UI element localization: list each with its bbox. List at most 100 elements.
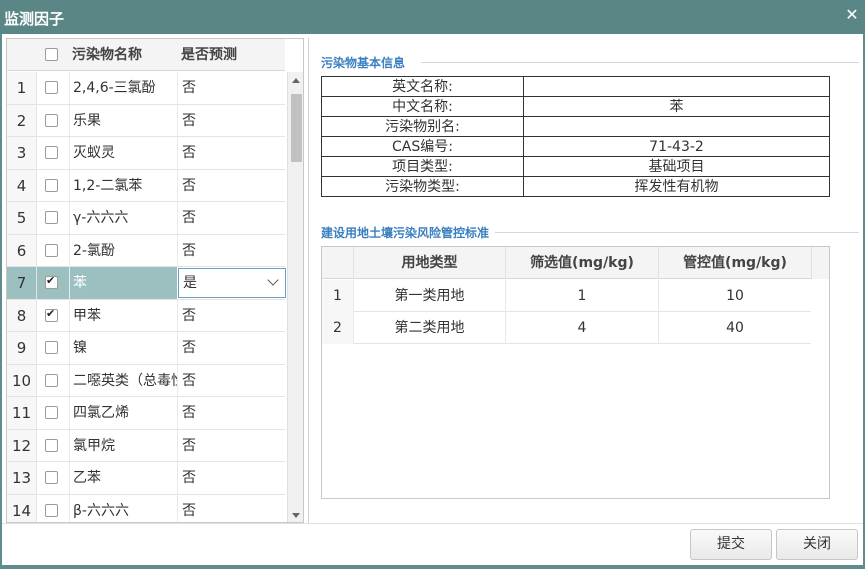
scroll-down-icon[interactable] [292, 513, 300, 518]
table-row[interactable]: 12 氯甲烷否 [7, 429, 285, 462]
info-label: 污染物类型: [321, 176, 524, 197]
row-checkbox[interactable] [45, 113, 58, 127]
predict-select[interactable]: 是 [178, 268, 286, 298]
table-row[interactable]: 2 第二类用地 4 40 [322, 312, 811, 344]
table-row[interactable]: 1 第一类用地 1 10 [322, 280, 811, 312]
row-checkbox[interactable] [45, 81, 58, 94]
row-checkbox[interactable] [45, 471, 58, 484]
predict-cell[interactable]: 否 [177, 234, 285, 266]
table-row[interactable]: 3 灭蚁灵否 [7, 137, 285, 170]
column-header-land-type[interactable]: 用地类型 [353, 247, 505, 279]
predict-cell[interactable]: 否 [177, 202, 285, 234]
pollutant-name-cell[interactable]: β-六六六 [69, 494, 177, 522]
row-number: 4 [7, 169, 37, 201]
scroll-thumb[interactable] [291, 94, 302, 162]
table-row[interactable]: 8 甲苯否 [7, 299, 285, 332]
row-checkbox[interactable] [45, 341, 58, 354]
pollutant-name-cell[interactable]: 灭蚁灵 [69, 137, 177, 169]
predict-cell[interactable]: 否 [177, 332, 285, 364]
select-all-checkbox[interactable] [45, 48, 58, 61]
table-row[interactable]: 1 2,4,6-三氯酚否 [7, 72, 285, 105]
std-header-scroll-filler [811, 247, 829, 279]
basic-info-table: 英文名称: 中文名称: 苯污染物别名: CAS编号: 71-43-2 项目类型: 基础项目污… [321, 76, 830, 197]
info-label: CAS编号: [321, 136, 524, 157]
pollutant-name-cell[interactable]: 苯 [69, 267, 177, 299]
predict-select-value: 是 [183, 275, 197, 291]
table-row[interactable]: 9镍否 [7, 332, 285, 365]
submit-button[interactable]: 提交 [690, 529, 772, 560]
close-button[interactable]: 关闭 [776, 529, 858, 560]
basic-info-section-title: 污染物基本信息 [321, 56, 406, 70]
standard-grid: 用地类型 筛选值(mg/kg) 管控值(mg/kg) 1 第一类用地 1 10 2 第二类… [321, 246, 830, 499]
info-value: 挥发性有机物 [523, 176, 830, 197]
row-number: 2 [322, 312, 353, 344]
pollutant-name-cell[interactable]: 四氯乙烯 [69, 397, 177, 429]
predict-cell[interactable]: 否 [177, 169, 285, 201]
table-row[interactable]: 6 2-氯酚否 [7, 234, 285, 267]
pollutant-name-cell[interactable]: 1,2-二氯苯 [69, 169, 177, 201]
column-header-name[interactable]: 污染物名称 [72, 39, 177, 71]
grid-header: 污染物名称 是否预测 [7, 39, 285, 71]
dialog-title: 监测因子 [4, 10, 65, 28]
column-header-screening[interactable]: 筛选值(mg/kg) [505, 247, 658, 279]
row-checkbox[interactable] [45, 243, 58, 257]
row-number: 14 [7, 494, 37, 522]
pollutant-grid: 污染物名称 是否预测 1 2,4,6-三氯酚否 2 乐果否 3 灭蚁灵否 4 1,2-二氯苯否… [6, 38, 304, 523]
table-row[interactable]: 5 γ-六六六否 [7, 202, 285, 235]
pollutant-name-cell[interactable]: 甲苯 [69, 299, 177, 331]
control-value-cell: 10 [658, 280, 811, 312]
section-divider [421, 62, 859, 63]
predict-cell[interactable]: 否 [177, 72, 285, 104]
column-header-control[interactable]: 管控值(mg/kg) [658, 247, 811, 279]
table-row[interactable]: 2 乐果否 [7, 104, 285, 137]
pollutant-name-cell[interactable]: 乙苯 [69, 462, 177, 494]
table-row[interactable]: 7苯是 [7, 267, 286, 300]
row-checkbox[interactable] [45, 274, 58, 289]
row-number: 11 [7, 397, 37, 429]
info-row: CAS编号: 71-43-2 [321, 136, 830, 157]
table-row[interactable]: 4 1,2-二氯苯否 [7, 169, 285, 202]
table-row[interactable]: 13 乙苯否 [7, 462, 285, 495]
row-checkbox[interactable] [45, 438, 58, 452]
predict-cell[interactable]: 否 [177, 364, 285, 396]
scroll-up-icon[interactable] [292, 78, 300, 83]
row-checkbox[interactable] [45, 178, 58, 192]
info-row: 项目类型: 基础项目 [321, 156, 830, 177]
row-number: 7 [7, 267, 37, 299]
predict-cell[interactable]: 否 [177, 104, 285, 136]
info-row: 污染物类型: 挥发性有机物 [321, 176, 830, 197]
row-number: 5 [7, 202, 37, 234]
row-checkbox[interactable] [45, 406, 58, 419]
pollutant-name-cell[interactable]: 2,4,6-三氯酚 [69, 72, 177, 104]
row-checkbox[interactable] [45, 503, 58, 517]
pollutant-name-cell[interactable]: γ-六六六 [69, 202, 177, 234]
pollutant-name-cell[interactable]: 氯甲烷 [69, 429, 177, 461]
close-icon[interactable]: ✕ [845, 7, 859, 23]
predict-cell[interactable]: 否 [177, 494, 285, 522]
table-row[interactable]: 11 四氯乙烯否 [7, 397, 285, 430]
pollutant-name-cell[interactable]: 镍 [69, 332, 177, 364]
chevron-down-icon[interactable] [267, 274, 279, 286]
row-checkbox[interactable] [45, 146, 58, 159]
table-row[interactable]: 10 二噁英类（总毒性当量）否 [7, 364, 285, 397]
predict-cell[interactable]: 否 [177, 397, 285, 429]
row-checkbox[interactable] [45, 307, 58, 322]
info-value: 苯 [523, 96, 830, 117]
row-checkbox[interactable] [45, 211, 58, 224]
standard-grid-header: 用地类型 筛选值(mg/kg) 管控值(mg/kg) [322, 247, 811, 279]
predict-cell[interactable]: 否 [177, 429, 285, 461]
predict-cell[interactable]: 否 [177, 299, 285, 331]
grid-vertical-scrollbar[interactable] [287, 72, 303, 522]
predict-cell[interactable]: 否 [177, 137, 285, 169]
pollutant-name-cell[interactable]: 乐果 [69, 104, 177, 136]
column-header-predict[interactable]: 是否预测 [181, 39, 285, 71]
pollutant-name-cell[interactable]: 2-氯酚 [69, 234, 177, 266]
row-number: 12 [7, 429, 37, 461]
predict-cell[interactable]: 否 [177, 462, 285, 494]
dialog-body: 污染物名称 是否预测 1 2,4,6-三氯酚否 2 乐果否 3 灭蚁灵否 4 1,2-二氯苯否… [2, 34, 863, 565]
table-row[interactable]: 14 β-六六六否 [7, 494, 285, 522]
row-checkbox[interactable] [45, 373, 58, 387]
pollutant-name-cell[interactable]: 二噁英类（总毒性当量） [69, 364, 177, 396]
screening-value-cell: 4 [505, 312, 658, 344]
dialog-title-bar[interactable]: 监测因子 ✕ [0, 0, 865, 34]
